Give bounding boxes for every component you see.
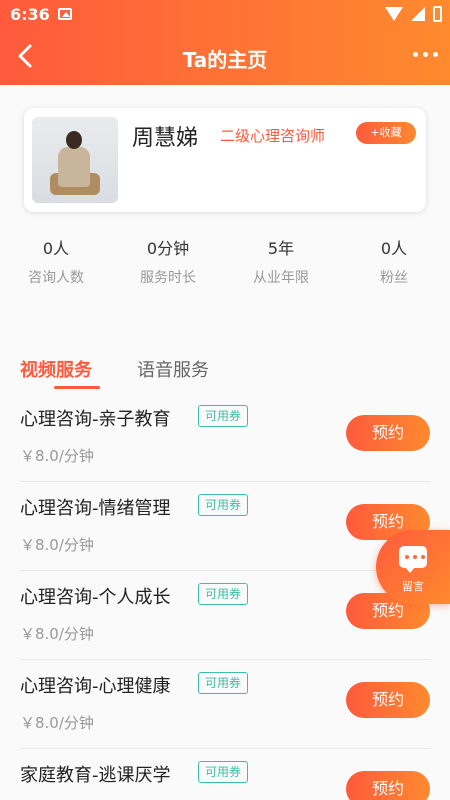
coupon-badge: 可用券 [198,672,249,694]
status-time: 6:36 [10,5,50,24]
status-bar: 6:36 [0,0,450,30]
service-price: ￥8.0/分钟 [20,536,94,554]
stat-value: 0人 [380,239,408,258]
stat-value: 5年 [267,239,295,258]
service-title: 家庭教育-逃课厌学 [20,765,171,786]
stat-value: 0分钟 [146,239,190,258]
service-price: ￥8.0/分钟 [20,447,94,465]
active-tab-indicator [54,386,100,389]
coupon-badge: 可用券 [198,761,249,783]
stat-label: 从业年限 [253,270,309,286]
message-label: 留言 [402,580,424,593]
page-title: Ta的主页 [182,48,268,72]
stat-label: 服务时长 [140,270,196,286]
signal-icon [411,7,425,21]
profile-card: 周慧娣 二级心理咨询师 +收藏 [24,108,426,212]
list-item: 心理咨询-亲子教育 可用券 ￥8.0/分钟 预约 [0,393,450,482]
avatar [32,117,118,203]
stat-label: 咨询人数 [28,270,84,286]
stat-consult-count: 0人 咨询人数 [0,235,112,287]
service-price: ￥8.0/分钟 [20,714,94,732]
book-button[interactable]: 预约 [346,771,430,800]
app-header: 6:36 Ta的主页 [0,0,450,85]
list-item: 心理咨询-心理健康 可用券 ￥8.0/分钟 预约 [0,660,450,749]
coupon-badge: 可用券 [198,405,249,427]
tab-video-service[interactable]: 视频服务 [20,356,92,382]
service-title: 心理咨询-亲子教育 [20,409,171,430]
list-item: 家庭教育-逃课厌学 可用券 预约 [0,749,450,800]
status-icons [385,6,442,22]
stat-service-duration: 0分钟 服务时长 [112,235,224,287]
tab-voice-service[interactable]: 语音服务 [137,356,209,382]
coupon-badge: 可用券 [198,583,249,605]
stat-value: 0人 [42,239,70,258]
stat-fans: 0人 粉丝 [338,235,450,287]
wifi-icon [385,7,403,21]
favorite-button[interactable]: +收藏 [356,122,416,144]
stats-row: 0人 咨询人数 0分钟 服务时长 5年 从业年限 0人 粉丝 [0,235,450,295]
service-price: ￥8.0/分钟 [20,625,94,643]
service-title: 心理咨询-心理健康 [20,676,171,697]
service-title: 心理咨询-情绪管理 [20,498,171,519]
counselor-name: 周慧娣 [132,126,199,151]
message-float-button[interactable]: 留言 [376,530,450,604]
service-title: 心理咨询-个人成长 [20,587,171,608]
battery-icon [433,6,442,22]
more-options-icon[interactable] [413,52,438,57]
book-button[interactable]: 预约 [346,682,430,718]
stat-years-practice: 5年 从业年限 [225,235,337,287]
coupon-badge: 可用券 [198,494,249,516]
book-button[interactable]: 预约 [346,415,430,451]
counselor-level: 二级心理咨询师 [220,127,326,145]
image-notification-icon [58,8,72,20]
stat-label: 粉丝 [380,270,408,286]
